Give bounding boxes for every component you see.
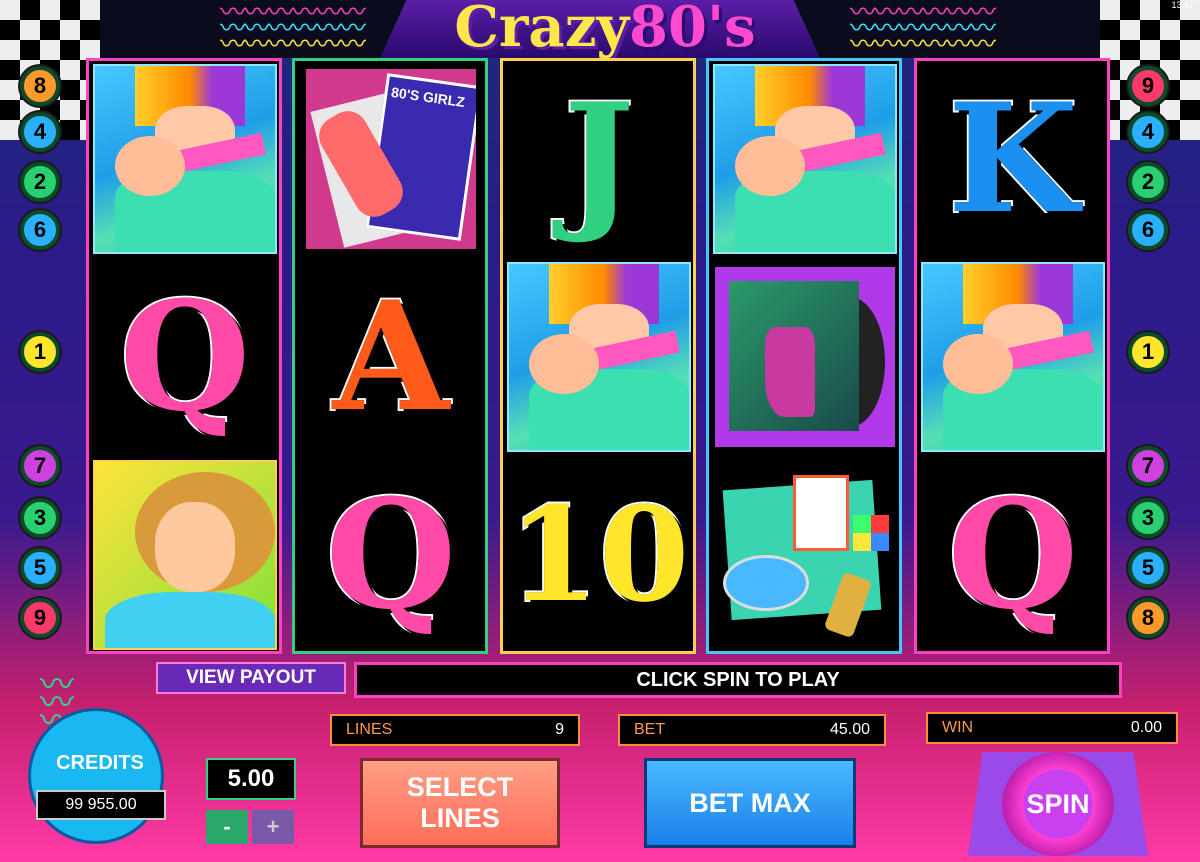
reel-3: J 10 <box>500 58 696 654</box>
reel-cell <box>711 61 899 257</box>
reel-cell: A <box>297 259 485 455</box>
reel-1: Q <box>86 58 282 654</box>
dancer-symbol <box>507 262 691 452</box>
line-indicator-left-9[interactable]: 9 <box>20 598 60 638</box>
line-indicator-right-7[interactable]: 7 <box>1128 446 1168 486</box>
bet-max-button[interactable]: BET MAX <box>644 758 856 848</box>
items-symbol <box>713 465 897 645</box>
wave-decoration-left: 〰〰〰〰〰〰 〰〰〰〰〰〰 〰〰〰〰〰〰 <box>220 0 366 59</box>
reel-cell: Q <box>297 457 485 653</box>
girl-symbol <box>93 460 277 650</box>
boots-record-symbol <box>715 267 895 447</box>
reel-cell: J <box>505 61 693 257</box>
credits-label: CREDITS <box>56 752 144 774</box>
coin-value: 5.00 <box>206 758 296 800</box>
symbol-q: Q <box>946 467 1081 643</box>
lines-label: LINES <box>346 721 393 738</box>
reel-cell: 10 <box>505 457 693 653</box>
increase-coin-button[interactable]: + <box>252 810 294 844</box>
wave-decoration-right: 〰〰〰〰〰〰 〰〰〰〰〰〰 〰〰〰〰〰〰 <box>850 0 996 59</box>
reel-cell <box>711 457 899 653</box>
symbol-q: Q <box>324 467 459 643</box>
line-indicator-right-1[interactable]: 1 <box>1128 332 1168 372</box>
symbol-k: K <box>946 71 1080 247</box>
win-value: 0.00 <box>1130 719 1162 736</box>
line-indicator-right-5[interactable]: 5 <box>1128 548 1168 588</box>
reel-cell: Q <box>919 457 1107 653</box>
reel-2: 80'S GIRLZ A Q <box>292 58 488 654</box>
reel-cell: K <box>919 61 1107 257</box>
magazine-symbol: 80'S GIRLZ <box>306 69 476 249</box>
line-indicator-right-4[interactable]: 4 <box>1128 112 1168 152</box>
message-bar: CLICK SPIN TO PLAY <box>354 662 1122 698</box>
reel-cell: 80'S GIRLZ <box>297 61 485 257</box>
symbol-j: J <box>562 71 637 247</box>
bet-label: BET <box>634 721 666 738</box>
dancer-symbol <box>921 262 1105 452</box>
line-indicator-right-8[interactable]: 8 <box>1128 598 1168 638</box>
line-indicator-left-8[interactable]: 8 <box>20 66 60 106</box>
reel-cell <box>505 259 693 455</box>
symbol-10: 10 <box>507 478 692 631</box>
line-indicator-left-2[interactable]: 2 <box>20 162 60 202</box>
reel-5: KQ <box>914 58 1110 654</box>
symbol-a: A <box>331 269 451 445</box>
credits-value: 99 955.00 <box>36 790 166 820</box>
decrease-coin-button[interactable]: - <box>206 810 248 844</box>
line-indicator-right-6[interactable]: 6 <box>1128 210 1168 250</box>
line-indicator-right-2[interactable]: 2 <box>1128 162 1168 202</box>
select-lines-button[interactable]: SELECT LINES <box>360 758 560 848</box>
line-indicator-right-9[interactable]: 9 <box>1128 66 1168 106</box>
line-indicator-left-4[interactable]: 4 <box>20 112 60 152</box>
dancer-symbol <box>93 64 277 254</box>
bet-value: 45.00 <box>829 721 870 738</box>
dancer-symbol <box>713 64 897 254</box>
reel-cell <box>91 457 279 653</box>
view-payout-button[interactable]: VIEW PAYOUT <box>156 662 346 694</box>
spin-button[interactable]: SPIN <box>1002 752 1114 856</box>
reel-cell <box>919 259 1107 455</box>
reel-cell: Q <box>91 259 279 455</box>
reel-4 <box>706 58 902 654</box>
lines-panel: LINES 9 <box>330 714 580 746</box>
status-clock: 13:47 <box>1171 0 1194 10</box>
credits-disc <box>28 708 164 844</box>
reels-area: Q 80'S GIRLZ A Q J 10 K Q <box>86 58 1116 654</box>
game-logo: Crazy80's <box>454 0 756 60</box>
win-label: WIN <box>942 719 974 736</box>
line-indicator-left-5[interactable]: 5 <box>20 548 60 588</box>
win-panel: WIN 0.00 <box>926 712 1178 744</box>
line-indicator-left-3[interactable]: 3 <box>20 498 60 538</box>
line-indicator-left-1[interactable]: 1 <box>20 332 60 372</box>
reel-cell <box>711 259 899 455</box>
bet-panel: BET 45.00 <box>618 714 886 746</box>
line-indicator-right-3[interactable]: 3 <box>1128 498 1168 538</box>
symbol-q: Q <box>118 269 253 445</box>
lines-value: 9 <box>555 721 564 738</box>
reel-cell <box>91 61 279 257</box>
line-indicator-left-7[interactable]: 7 <box>20 446 60 486</box>
line-indicator-left-6[interactable]: 6 <box>20 210 60 250</box>
